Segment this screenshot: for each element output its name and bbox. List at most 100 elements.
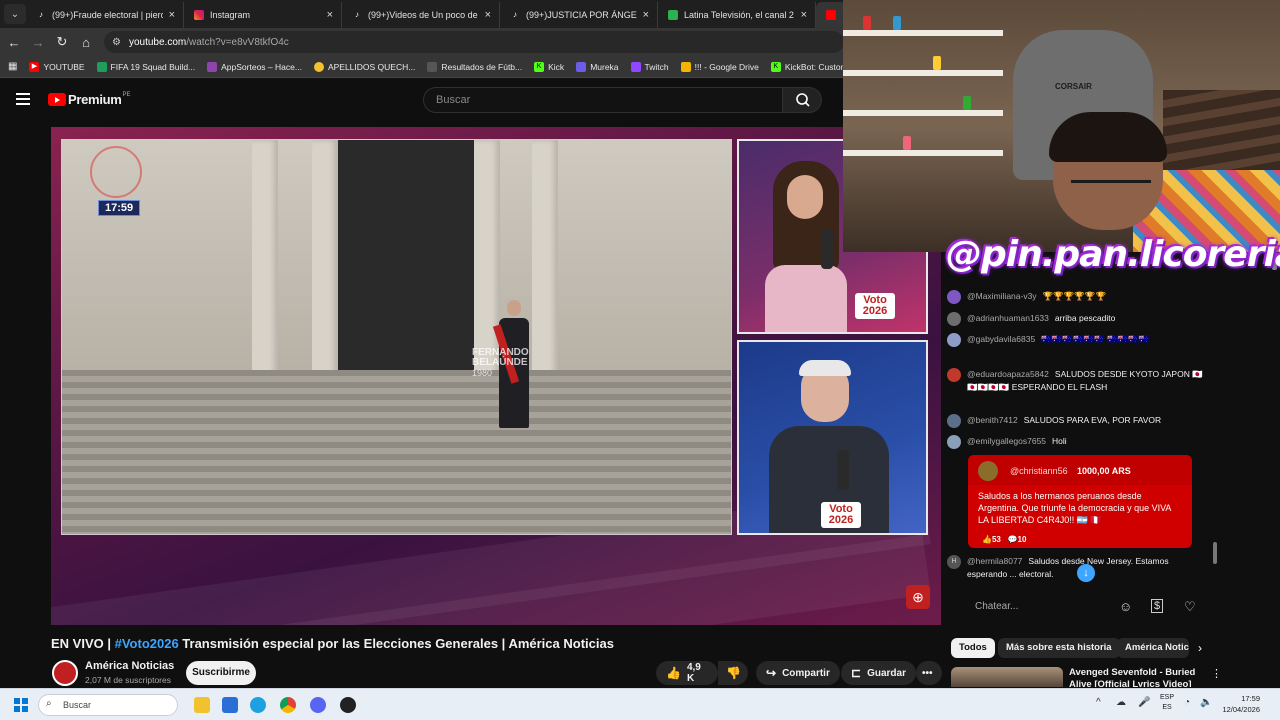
avatar — [947, 414, 961, 428]
dislike-button[interactable]: 👎 — [718, 661, 748, 685]
bookmark-kick[interactable]: K Kick — [534, 61, 564, 72]
forward-icon[interactable]: → — [26, 35, 50, 50]
like-button[interactable]: 👍 4,9 K — [656, 661, 718, 685]
super-chat-amount: 1000,00 ARS — [1077, 466, 1131, 476]
channel-avatar[interactable] — [52, 660, 78, 686]
hashtag-link[interactable]: #Voto2026 — [115, 636, 179, 651]
chat-user[interactable]: @emilygallegos7655 — [967, 436, 1046, 446]
bookmark-youtube[interactable]: ▶ YOUTUBE — [29, 61, 85, 72]
tab-4[interactable]: ♪ (99+)JUSTICIA POR ÁNGEL 🙏 × — [500, 2, 658, 28]
windows-start-icon[interactable] — [14, 698, 28, 712]
tab-title: (99+)JUSTICIA POR ÁNGEL 🙏 — [526, 9, 637, 20]
main-video-shot: 17:59 FERNANDO BELAÚNDE 1980 — [61, 139, 732, 535]
figurine — [893, 16, 901, 30]
reply-icon[interactable]: 💬 — [1008, 535, 1018, 544]
super-chat[interactable]: @christiann56 1000,00 ARS Saludos a los … — [968, 455, 1192, 548]
super-chat-stats: 👍53 💬10 — [982, 535, 1026, 544]
chat-message: @emilygallegos7655 Holi — [947, 435, 1203, 449]
network-icon[interactable]: ☁ — [1116, 697, 1126, 708]
bookmark-apellidos[interactable]: APELLIDOS QUECH... — [313, 61, 415, 72]
chat-user[interactable]: @benith7412 — [967, 415, 1018, 425]
menu-icon[interactable] — [16, 93, 30, 105]
avatar — [947, 312, 961, 326]
like-count: 4,9 K — [686, 662, 701, 684]
suggested-video-thumbnail[interactable] — [951, 667, 1063, 687]
channel-name[interactable]: América Noticias — [85, 660, 174, 672]
tab-2[interactable]: Instagram × — [184, 2, 342, 28]
home-icon[interactable]: ⌂ — [74, 35, 98, 50]
share-button[interactable]: ↪ Compartir — [756, 661, 840, 685]
chat-user[interactable]: @Maximiliana-v3y — [967, 291, 1037, 301]
taskbar-search[interactable]: Buscar — [38, 694, 178, 716]
edge-icon[interactable] — [250, 697, 266, 713]
super-chat-user[interactable]: @christiann56 — [1010, 466, 1068, 476]
mic-icon[interactable]: 🎤 — [1138, 697, 1150, 708]
search-input[interactable]: Buscar — [423, 87, 783, 113]
bookmark-resultados[interactable]: Resultados de Fútb... — [427, 61, 523, 72]
language-indicator[interactable]: ESP ES — [1160, 693, 1174, 713]
tab-1[interactable]: ♪ (99+)Fraude electoral | piero co × — [26, 2, 184, 28]
more-actions-button[interactable]: ••• — [916, 661, 942, 685]
figurine — [863, 16, 871, 30]
bookmark-appsorteos[interactable]: AppSorteos – Hace... — [207, 61, 302, 72]
youtube-logo[interactable]: Premium PE — [48, 92, 131, 107]
chip-channel[interactable]: América Notic — [1117, 638, 1189, 658]
chat-message: @Maximiliana-v3y 🏆🏆🏆🏆🏆🏆 — [947, 290, 1203, 304]
chip-all[interactable]: Todos — [951, 638, 995, 658]
more-options-icon[interactable]: ⋮ — [1211, 667, 1222, 680]
store-icon[interactable] — [222, 697, 238, 713]
url-field[interactable]: ⚙ youtube.com/watch?v=e8vV8tkfO4c — [104, 31, 844, 53]
chip-related[interactable]: Más sobre esta historia — [998, 638, 1120, 658]
video-player[interactable]: 17:59 FERNANDO BELAÚNDE 1980 Voto 2026 Vo… — [51, 127, 941, 625]
close-tab-icon[interactable]: × — [801, 9, 807, 21]
brand-name: Premium — [68, 92, 122, 107]
file-explorer-icon[interactable] — [194, 697, 210, 713]
streamer-webcam: CORSAIR — [843, 0, 1280, 252]
bookmark-mureka[interactable]: Mureka — [576, 61, 619, 72]
youtube-icon: ▶ — [29, 61, 40, 72]
taskbar-clock[interactable]: 17:59 12/04/2026 — [1220, 693, 1260, 715]
reload-icon[interactable]: ↻ — [50, 34, 74, 50]
scroll-down-icon[interactable]: ↓ — [1077, 564, 1095, 582]
heart-icon[interactable]: ♡ — [1184, 599, 1196, 615]
close-tab-icon[interactable]: × — [169, 9, 175, 21]
bookmark-label: Resultados de Fútb... — [441, 61, 523, 72]
tab-title: Latina Televisión, el canal 2 de — [684, 10, 795, 20]
close-tab-icon[interactable]: × — [643, 9, 649, 21]
chat-user[interactable]: @gabydavila6835 — [967, 334, 1035, 344]
thumbs-up-icon[interactable]: 👍 — [982, 535, 992, 544]
save-button[interactable]: ⊏ Guardar — [841, 661, 916, 685]
volume-icon[interactable]: 🔈 — [1200, 697, 1212, 708]
tab-5[interactable]: Latina Televisión, el canal 2 de × — [658, 2, 816, 28]
emoji-icon[interactable]: ☺ — [1119, 599, 1132, 614]
super-chat-icon[interactable]: $ — [1151, 599, 1164, 613]
pillar — [532, 140, 558, 380]
bookmark-twitch[interactable]: Twitch — [630, 61, 669, 72]
close-tab-icon[interactable]: × — [485, 9, 491, 21]
chat-user[interactable]: @adrianhuaman1633 — [967, 313, 1049, 323]
chevron-up-icon[interactable]: ^ — [1096, 697, 1101, 708]
bookmark-drive[interactable]: !!! - Google Drive — [680, 61, 759, 72]
wifi-icon[interactable]: ◔ — [1184, 697, 1190, 708]
chat-user[interactable]: @eduardoapaza5842 — [967, 369, 1049, 379]
site-info-icon[interactable]: ⚙ — [112, 37, 121, 48]
chat-user[interactable]: @hermila8077 — [967, 556, 1022, 566]
chevron-right-icon[interactable]: › — [1198, 641, 1202, 655]
suggested-video-title[interactable]: Avenged Sevenfold - Buried Alive [Offici… — [1069, 667, 1199, 687]
bookmark-fifa[interactable]: FIFA 19 Squad Build... — [96, 61, 195, 72]
chat-scrollbar[interactable] — [1213, 542, 1217, 564]
globe-icon[interactable]: ⊕ — [906, 585, 930, 609]
tab-search-button[interactable]: ⌄ — [4, 4, 26, 24]
discord-icon[interactable] — [310, 697, 326, 713]
chrome-icon[interactable] — [280, 697, 296, 713]
chat-input[interactable]: Chatear... — [967, 594, 1117, 618]
apps-icon[interactable]: ▦ — [8, 61, 17, 72]
tab-active[interactable]: E — [816, 2, 846, 28]
close-tab-icon[interactable]: × — [327, 9, 333, 21]
search-button[interactable] — [782, 87, 822, 113]
share-icon: ↪ — [766, 666, 777, 680]
tab-3[interactable]: ♪ (99+)Videos de Un poco de to × — [342, 2, 500, 28]
back-icon[interactable]: ← — [2, 35, 26, 50]
app-icon[interactable] — [340, 697, 356, 713]
subscribe-button[interactable]: Suscribirme — [186, 661, 256, 685]
